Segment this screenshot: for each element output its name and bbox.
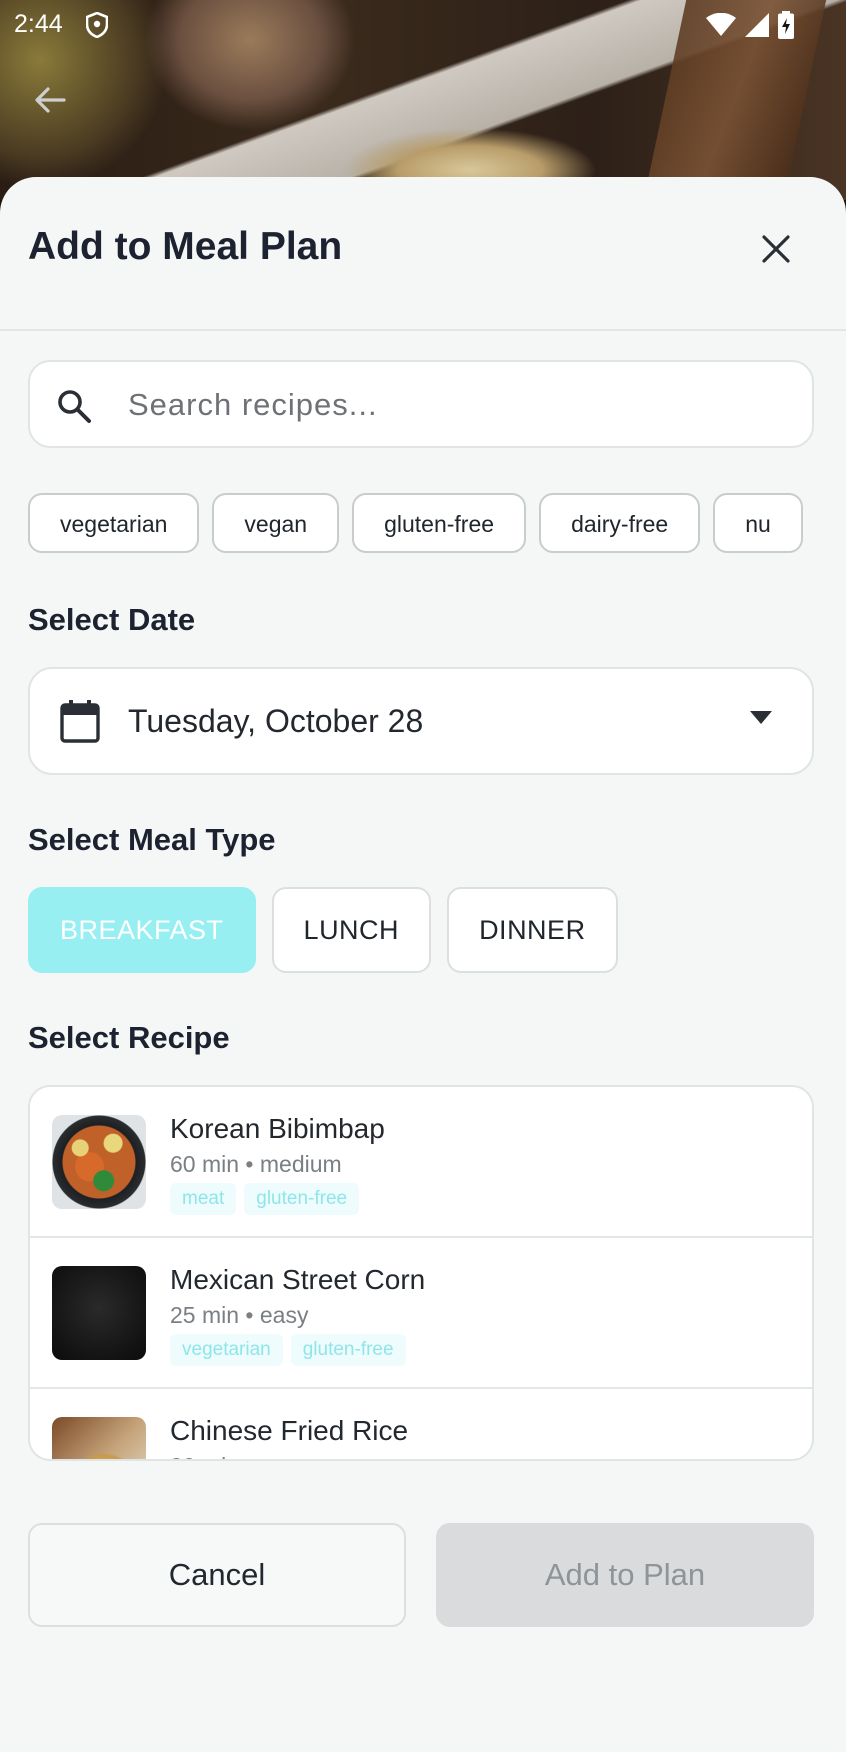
recipe-list: Korean Bibimbap 60 min • medium meat glu…: [28, 1085, 814, 1461]
filter-chip-dairy-free[interactable]: dairy-free: [539, 493, 701, 553]
filter-chip-vegan[interactable]: vegan: [212, 493, 340, 553]
meal-type-dinner[interactable]: DINNER: [447, 887, 618, 973]
select-date-label: Select Date: [28, 602, 196, 637]
wifi-icon: [706, 12, 736, 44]
search-icon: [56, 388, 92, 429]
recipe-name: Chinese Fried Rice: [170, 1415, 409, 1446]
recipe-tag: vegetarian: [170, 1334, 283, 1366]
search-bar[interactable]: [28, 360, 814, 448]
status-time: 2:44: [14, 10, 63, 38]
recipe-item-chinese-fried-rice[interactable]: Chinese Fried Rice 30 min: [30, 1389, 812, 1459]
recipe-meta: 60 min • medium: [170, 1151, 342, 1177]
meal-type-breakfast[interactable]: BREAKFAST: [28, 887, 256, 973]
meal-plan-sheet: Add to Meal Plan vegetarianvegangluten-f…: [0, 177, 846, 1752]
recipe-name: Mexican Street Corn: [170, 1264, 426, 1295]
date-dropdown[interactable]: Tuesday, October 28: [28, 667, 814, 775]
back-button[interactable]: [28, 78, 72, 122]
recipe-item-mexican-street-corn[interactable]: Mexican Street Corn 25 min • easy vegeta…: [30, 1238, 812, 1389]
diet-filter-chips: vegetarian vegan gluten-free dairy-free nu: [28, 493, 816, 557]
recipe-tag: meat: [170, 1183, 237, 1215]
recipe-tag: gluten-free: [290, 1334, 406, 1366]
recipe-tags: vegetarian gluten-free: [170, 1334, 406, 1366]
select-recipe-label: Select Recipe: [28, 1020, 230, 1055]
recipe-meta: 25 min • easy: [170, 1302, 309, 1328]
recipe-thumbnail: [52, 1266, 146, 1360]
shield-icon: [85, 11, 109, 45]
recipe-item-korean-bibimbap[interactable]: Korean Bibimbap 60 min • medium meat glu…: [30, 1087, 812, 1238]
filter-chip-nut-free[interactable]: nu: [713, 493, 803, 553]
sheet-title: Add to Meal Plan: [28, 225, 343, 268]
caret-down-icon: [750, 711, 772, 730]
status-icons: [706, 11, 794, 46]
status-bar: 2:44: [0, 0, 846, 50]
search-input[interactable]: [126, 380, 790, 430]
meal-type-lunch[interactable]: LUNCH: [271, 887, 432, 973]
selected-date: Tuesday, October 28: [128, 703, 424, 739]
recipe-tags: meat gluten-free: [170, 1183, 360, 1215]
filter-chip-gluten-free[interactable]: gluten-free: [352, 493, 527, 553]
recipe-meta: 30 min: [170, 1453, 239, 1459]
filter-chip-vegetarian[interactable]: vegetarian: [28, 493, 200, 553]
cancel-button[interactable]: Cancel: [28, 1523, 406, 1627]
battery-icon: [778, 11, 794, 46]
recipe-thumbnail: [52, 1115, 146, 1209]
close-button[interactable]: [756, 229, 796, 269]
select-meal-type-label: Select Meal Type: [28, 822, 276, 857]
close-icon: [762, 235, 790, 263]
meal-type-selector: BREAKFAST LUNCH DINNER: [28, 887, 618, 973]
calendar-icon: [60, 699, 100, 748]
arrow-left-icon: [35, 87, 66, 113]
sheet-header: Add to Meal Plan: [0, 177, 846, 331]
add-to-plan-button[interactable]: Add to Plan: [436, 1523, 814, 1627]
signal-icon: [744, 12, 770, 45]
recipe-name: Korean Bibimbap: [170, 1113, 385, 1144]
recipe-thumbnail: [52, 1417, 146, 1459]
recipe-tag: gluten-free: [244, 1183, 360, 1215]
